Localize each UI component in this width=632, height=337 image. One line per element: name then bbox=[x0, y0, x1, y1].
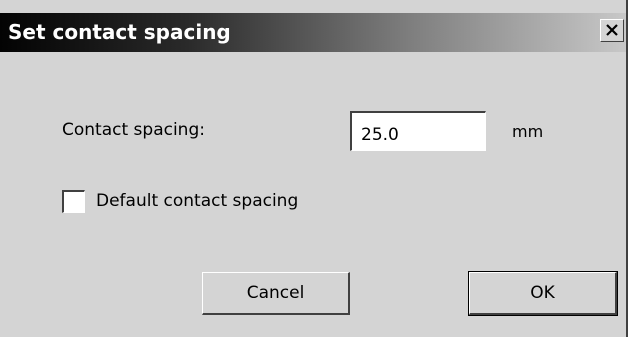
default-spacing-label[interactable]: Default contact spacing bbox=[96, 191, 298, 211]
close-x-icon bbox=[606, 24, 618, 36]
cancel-button[interactable]: Cancel bbox=[202, 272, 350, 315]
dialog-title: Set contact spacing bbox=[8, 20, 231, 44]
ok-button[interactable]: OK bbox=[468, 271, 618, 316]
contact-spacing-input[interactable] bbox=[350, 111, 486, 151]
unit-label: mm bbox=[512, 122, 544, 141]
set-contact-spacing-dialog: Set contact spacing Contact spacing: mm … bbox=[0, 0, 628, 337]
contact-spacing-label: Contact spacing: bbox=[62, 120, 205, 140]
title-bar[interactable]: Set contact spacing bbox=[0, 13, 626, 52]
window-top-strip bbox=[0, 0, 626, 13]
default-spacing-checkbox[interactable] bbox=[62, 190, 85, 213]
close-button[interactable] bbox=[600, 19, 624, 42]
